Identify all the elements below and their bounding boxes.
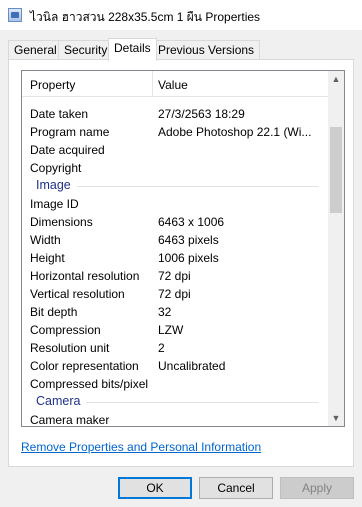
column-header-value[interactable]: Value — [158, 78, 188, 92]
ok-button[interactable]: OK — [118, 477, 192, 499]
property-value: 1006 pixels — [158, 251, 219, 265]
property-value: Adobe Photoshop 22.1 (Wi... — [158, 125, 312, 139]
table-row[interactable]: Camera maker — [22, 411, 329, 426]
table-row[interactable]: Compression LZW — [22, 321, 329, 339]
property-name: Vertical resolution — [30, 287, 125, 301]
properties-list[interactable]: Property Value Date taken 27/3/2563 18:29… — [21, 70, 345, 427]
table-row[interactable]: Program name Adobe Photoshop 22.1 (Wi... — [22, 123, 329, 141]
property-name: Compression — [30, 323, 101, 337]
group-header[interactable]: Image — [22, 177, 329, 195]
property-value: LZW — [158, 323, 184, 337]
table-row[interactable]: Horizontal resolution 72 dpi — [22, 267, 329, 285]
property-name: Date taken — [30, 107, 89, 121]
property-name: Date acquired — [30, 143, 105, 157]
property-name: Dimensions — [30, 215, 93, 229]
scroll-up-icon[interactable]: ▲ — [328, 71, 344, 87]
property-value: 27/3/2563 18:29 — [158, 107, 245, 121]
group-label: Camera — [36, 394, 81, 408]
property-name: Compressed bits/pixel — [30, 377, 149, 391]
property-value: Uncalibrated — [158, 359, 226, 373]
details-panel: Property Value Date taken 27/3/2563 18:29… — [8, 59, 354, 467]
group-divider — [86, 402, 319, 403]
property-value: 72 dpi — [158, 287, 191, 301]
cancel-button[interactable]: Cancel — [199, 477, 273, 499]
table-row[interactable]: Resolution unit 2 — [22, 339, 329, 357]
table-row[interactable]: Vertical resolution 72 dpi — [22, 285, 329, 303]
list-body: Date taken 27/3/2563 18:29 Program name Ado… — [22, 98, 329, 426]
table-row[interactable]: Date taken 27/3/2563 18:29 — [22, 105, 329, 123]
property-value: 6463 x 1006 — [158, 215, 225, 229]
table-row[interactable]: Dimensions 6463 x 1006 — [22, 213, 329, 231]
table-row[interactable]: Height 1006 pixels — [22, 249, 329, 267]
tab-security[interactable]: Security — [58, 40, 114, 60]
tab-strip: General Security Details Previous Versio… — [8, 38, 354, 61]
property-name: Width — [30, 233, 61, 247]
property-name: Horizontal resolution — [30, 269, 140, 283]
table-row[interactable]: Bit depth 32 — [22, 303, 329, 321]
property-name: Height — [30, 251, 65, 265]
window-title: ไวนิล ฮาวสวน 228x35.5cm 1 ผืน Properties — [30, 10, 261, 24]
remove-properties-link[interactable]: Remove Properties and Personal Informati… — [21, 440, 261, 454]
table-row[interactable]: Width 6463 pixels — [22, 231, 329, 249]
vertical-scrollbar[interactable]: ▲ ▼ — [328, 71, 344, 426]
file-icon — [8, 8, 22, 22]
table-row[interactable]: Color representation Uncalibrated — [22, 357, 329, 375]
apply-button[interactable]: Apply — [280, 477, 354, 499]
property-name: Image ID — [30, 197, 79, 211]
table-row[interactable]: Image ID — [22, 195, 329, 213]
property-value: 32 — [158, 305, 172, 319]
property-name: Bit depth — [30, 305, 78, 319]
tab-details[interactable]: Details — [108, 38, 157, 61]
table-row[interactable]: Compressed bits/pixel — [22, 375, 329, 393]
group-divider — [77, 186, 319, 187]
table-row[interactable]: Date acquired — [22, 141, 329, 159]
property-name: Program name — [30, 125, 110, 139]
property-value: 2 — [158, 341, 165, 355]
list-header: Property Value — [22, 71, 329, 97]
tab-general[interactable]: General — [8, 40, 63, 60]
title-bar: ไวนิล ฮาวสวน 228x35.5cm 1 ผืน Properties — [0, 0, 362, 30]
property-name: Copyright — [30, 161, 82, 175]
tab-previous-versions[interactable]: Previous Versions — [152, 40, 261, 60]
table-row[interactable]: Copyright — [22, 159, 329, 177]
scroll-thumb[interactable] — [330, 127, 342, 213]
property-name: Resolution unit — [30, 341, 110, 355]
column-divider[interactable] — [152, 71, 153, 97]
property-value: 6463 pixels — [158, 233, 219, 247]
group-header[interactable]: Camera — [22, 393, 329, 411]
property-name: Camera maker — [30, 413, 110, 426]
scroll-down-icon[interactable]: ▼ — [328, 410, 344, 426]
group-label: Image — [36, 178, 71, 192]
property-value: 72 dpi — [158, 269, 191, 283]
property-name: Color representation — [30, 359, 139, 373]
column-header-property[interactable]: Property — [30, 78, 75, 92]
